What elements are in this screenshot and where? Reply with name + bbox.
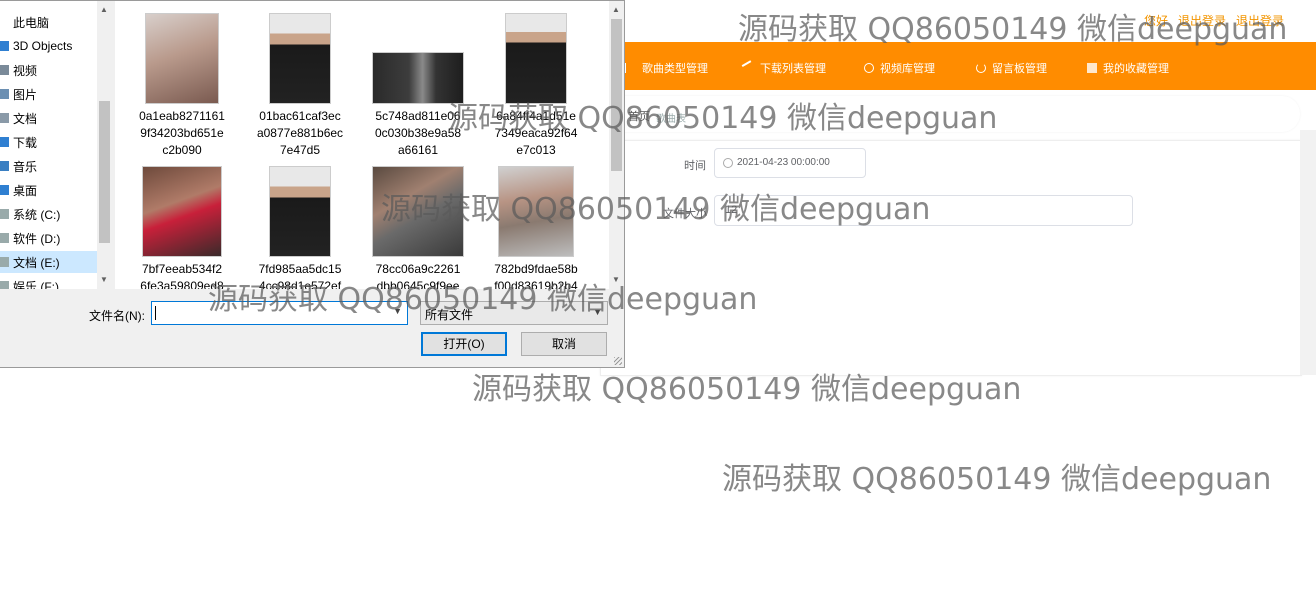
nav-row-label: 视频 (13, 63, 38, 78)
picture-icon (0, 89, 9, 99)
nav-row-label: 图片 (13, 87, 38, 102)
clock-icon (864, 63, 874, 73)
nav-row-label: 3D Objects (13, 39, 73, 53)
nav-drive-c[interactable]: 系统 (C:) (0, 203, 99, 225)
image-thumbnail (505, 13, 567, 104)
nav-scrollbar[interactable]: ▲ ▼ (97, 1, 112, 289)
time-picker[interactable]: 2021-04-23 00:00:00 (714, 148, 866, 178)
scroll-up-icon[interactable]: ▲ (612, 5, 620, 14)
nav-label: 歌曲类型管理 (642, 63, 708, 75)
nav-label: 下载列表管理 (760, 63, 826, 75)
nav-row-label: 桌面 (13, 183, 38, 198)
music-icon (624, 63, 636, 73)
time-label: 时间 (684, 160, 706, 172)
file-item[interactable]: 5c748ad811e06 0c030b38e9a58 a66161 (359, 13, 477, 159)
nav-download-list[interactable]: 下载列表管理 (741, 60, 826, 76)
time-value: 2021-04-23 00:00:00 (737, 157, 830, 168)
scrollbar-thumb[interactable] (99, 101, 110, 243)
nav-message-board[interactable]: 留言板管理 (976, 60, 1047, 76)
open-button[interactable]: 打开(O) (421, 332, 507, 356)
nav-drive-f[interactable]: 娱乐 (F:) (0, 275, 99, 289)
watermark-text: 源码获取 QQ86050149 微信deepguan (208, 282, 758, 317)
file-item[interactable]: 0a1eab8271161 9f34203bd651e c2b090 (123, 13, 241, 159)
nav-row-label: 文档 (13, 111, 38, 126)
pc-icon (0, 17, 9, 27)
nav-label: 留言板管理 (992, 63, 1047, 75)
file-name: 01bac61caf3ec a0877e881b6ec 7e47d5 (256, 109, 344, 157)
desktop-icon (0, 185, 9, 195)
square-icon (1087, 63, 1097, 73)
image-thumbnail (142, 166, 222, 257)
drive-icon (0, 209, 9, 219)
nav-drive-d[interactable]: 软件 (D:) (0, 227, 99, 249)
nav-label: 视频库管理 (880, 63, 935, 75)
file-list-scrollbar[interactable]: ▲ ▼ (609, 1, 624, 289)
nav-row-label: 此电脑 (13, 15, 50, 30)
nav-row-label: 娱乐 (F:) (13, 279, 59, 290)
file-list-pane: 0a1eab8271161 9f34203bd651e c2b090 01bac61… (115, 1, 609, 289)
nav-row-label: 音乐 (13, 159, 38, 174)
scroll-down-icon[interactable]: ▼ (100, 275, 108, 284)
nav-drive-e[interactable]: 文档 (E:) (0, 251, 99, 273)
drive-icon (0, 257, 9, 267)
nav-song-type[interactable]: 歌曲类型管理 (624, 60, 708, 76)
nav-row-label: 下载 (13, 135, 38, 150)
nav-video-library[interactable]: 视频库管理 (864, 60, 935, 76)
file-item[interactable]: 6a84ff4a1d51e 7349eaca92f64 e7c013 (477, 13, 595, 159)
image-thumbnail (269, 166, 331, 257)
nav-pictures[interactable]: 图片 (0, 83, 99, 105)
clock-icon (723, 158, 733, 168)
cube-icon (0, 41, 9, 51)
drive-icon (0, 233, 9, 243)
watermark-text: 源码获取 QQ86050149 微信deepguan (738, 12, 1288, 47)
watermark-text: 源码获取 QQ86050149 微信deepguan (722, 462, 1272, 497)
page-scroll-area (1300, 130, 1316, 375)
file-item[interactable]: 7fd985aa5dc15 4cc98d1e572ef (241, 166, 359, 289)
download-icon (0, 137, 9, 147)
nav-desktop[interactable]: 桌面 (0, 179, 99, 201)
cancel-button[interactable]: 取消 (521, 332, 607, 356)
nav-3d-objects[interactable]: 3D Objects (0, 35, 99, 57)
filename-label: 文件名(N): (89, 309, 145, 323)
nav-row-label: 软件 (D:) (13, 231, 61, 246)
text-caret (155, 306, 156, 320)
nav-row-label: 文档 (E:) (13, 255, 60, 270)
form-panel (600, 140, 1302, 376)
drive-icon (0, 281, 9, 289)
send-icon (741, 60, 757, 76)
video-icon (0, 65, 9, 75)
nav-this-pc[interactable]: 此电脑 (0, 11, 99, 33)
file-name: 0a1eab8271161 9f34203bd651e c2b090 (139, 109, 225, 157)
nav-music[interactable]: 音乐 (0, 155, 99, 177)
file-item[interactable]: 01bac61caf3ec a0877e881b6ec 7e47d5 (241, 13, 359, 159)
watermark-text: 源码获取 QQ86050149 微信deepguan (472, 372, 1022, 407)
document-icon (0, 113, 9, 123)
file-item[interactable]: 7bf7eeab534f2 6fe3a59809ed8 (123, 166, 241, 289)
power-icon (976, 63, 986, 73)
image-thumbnail (269, 13, 331, 104)
nav-label: 我的收藏管理 (1103, 63, 1169, 75)
nav-videos[interactable]: 视频 (0, 59, 99, 81)
watermark-text: 源码获取 QQ86050149 微信deepguan (381, 192, 931, 227)
nav-documents[interactable]: 文档 (0, 107, 99, 129)
scroll-up-icon[interactable]: ▲ (100, 5, 108, 14)
music-icon (0, 161, 9, 171)
nav-my-favorites[interactable]: 我的收藏管理 (1087, 60, 1169, 76)
nav-downloads[interactable]: 下载 (0, 131, 99, 153)
dialog-nav-pane: 此电脑 3D Objects 视频 图片 文档 下载 音乐 桌面 系统 (C:)… (0, 1, 112, 289)
watermark-text: 源码获取 QQ86050149 微信deepguan (448, 101, 998, 136)
nav-row-label: 系统 (C:) (13, 207, 61, 222)
image-thumbnail (145, 13, 219, 104)
